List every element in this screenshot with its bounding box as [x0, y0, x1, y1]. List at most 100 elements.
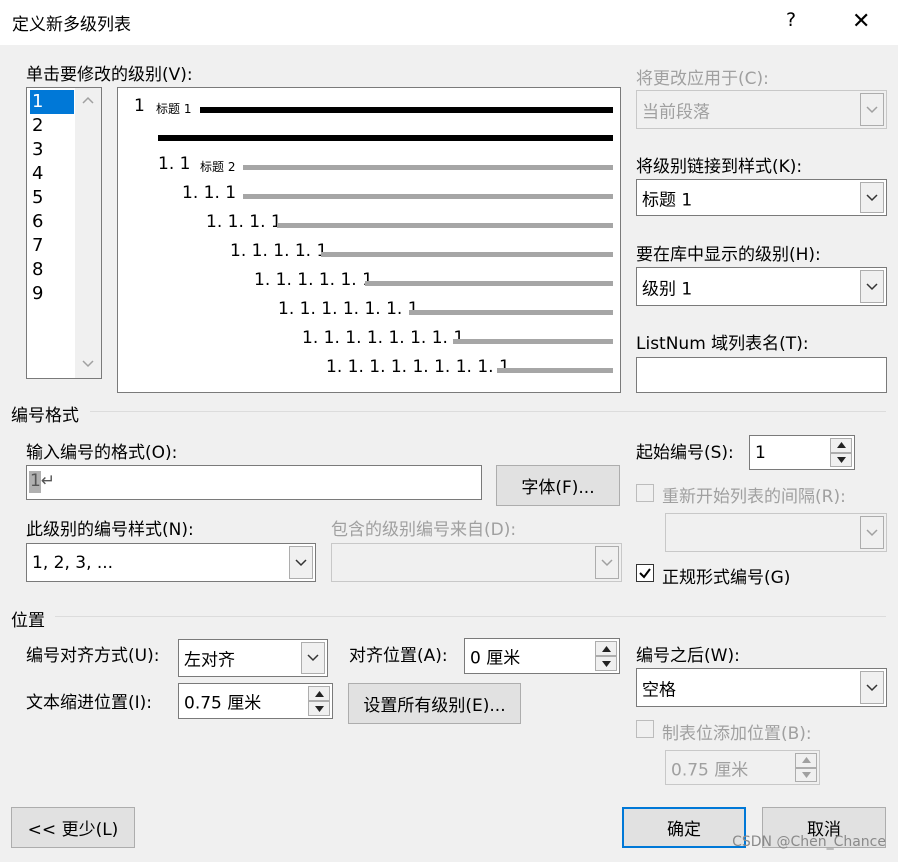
preview-text-bar [243, 194, 613, 199]
title-bar [0, 0, 898, 45]
spin-up-button[interactable] [595, 641, 617, 656]
level-item[interactable]: 7 [30, 234, 74, 258]
format-input[interactable]: 1↵ [26, 465, 482, 500]
preview-number: 1. 1. 1 [182, 183, 237, 203]
triangle-down-icon [801, 771, 811, 778]
add-tab-value: 0.75 厘米 [671, 760, 749, 780]
preview-text-bar [277, 223, 613, 228]
preview-number: 1. 1 [158, 154, 191, 174]
triangle-down-icon [836, 456, 846, 463]
link-style-combo[interactable]: 标题 1 [636, 179, 887, 216]
ok-button[interactable]: 确定 [622, 807, 746, 848]
spin-up-button[interactable] [830, 438, 852, 453]
watermark: CSDN @Chen_Chance [732, 834, 886, 850]
start-at-spinner[interactable]: 1 [749, 435, 855, 470]
preview-text-bar [243, 165, 613, 170]
restart-label: 重新开始列表的间隔(R): [662, 487, 846, 507]
level-list-scrollbar[interactable] [75, 88, 101, 378]
triangle-down-icon [601, 660, 611, 667]
chevron-down-icon [307, 654, 319, 662]
dialog-title: 定义新多级列表 [12, 15, 131, 35]
add-tab-label: 制表位添加位置(B): [662, 724, 812, 744]
preview-text-bar [365, 281, 613, 286]
position-group-label: 位置 [11, 611, 45, 631]
apply-to-label: 将更改应用于(C): [636, 69, 769, 89]
chevron-down-icon [866, 528, 878, 536]
alignment-value: 左对齐 [184, 650, 235, 671]
follow-number-label: 编号之后(W): [636, 646, 740, 666]
preview-number: 1. 1. 1. 1. 1. 1 [254, 270, 373, 290]
restart-checkbox[interactable] [636, 484, 654, 502]
include-level-combo[interactable] [331, 543, 622, 582]
link-style-label: 将级别链接到样式(K): [636, 157, 803, 177]
chevron-down-icon [601, 558, 613, 566]
level-item[interactable]: 3 [30, 138, 74, 162]
chevron-down-icon[interactable] [82, 360, 94, 368]
aligned-at-label: 对齐位置(A): [349, 646, 448, 666]
group-divider [55, 616, 886, 617]
preview-number: 1. 1. 1. 1 [206, 212, 282, 232]
start-at-label: 起始编号(S): [636, 443, 734, 463]
spin-down-button[interactable] [595, 656, 617, 671]
numbering-style-combo[interactable]: 1, 2, 3, ... [26, 543, 316, 582]
spin-down-button[interactable] [830, 452, 852, 467]
aligned-at-spinner[interactable]: 0 厘米 [464, 638, 620, 674]
preview-number: 1. 1. 1. 1. 1. 1. 1. 1 [302, 328, 465, 348]
link-style-value: 标题 1 [642, 190, 693, 210]
level-item[interactable]: 1 [30, 90, 74, 114]
level-item[interactable]: 4 [30, 162, 74, 186]
gallery-level-combo[interactable]: 级别 1 [636, 267, 887, 306]
gallery-level-value: 级别 1 [642, 279, 693, 299]
spin-down-button[interactable] [795, 767, 817, 782]
preview-text-bar [200, 107, 613, 113]
restart-combo[interactable] [665, 513, 887, 552]
level-item[interactable]: 8 [30, 258, 74, 282]
font-button[interactable]: 字体(F)... [496, 465, 620, 506]
aligned-at-value: 0 厘米 [470, 648, 521, 669]
checkmark-icon [639, 568, 651, 579]
listnum-input[interactable] [636, 357, 887, 393]
chevron-down-icon [866, 105, 878, 113]
less-button[interactable]: << 更少(L) [11, 807, 135, 848]
level-item[interactable]: 5 [30, 186, 74, 210]
preview-style-tag: 标题 1 [156, 102, 192, 116]
listnum-label: ListNum 域列表名(T): [636, 334, 809, 354]
alignment-combo[interactable]: 左对齐 [178, 639, 328, 677]
level-list[interactable]: 1 2 3 4 5 6 7 8 9 [26, 87, 102, 379]
help-button[interactable]: ? [786, 9, 796, 31]
follow-number-combo[interactable]: 空格 [636, 668, 887, 707]
text-indent-spinner[interactable]: 0.75 厘米 [178, 683, 333, 719]
spin-down-button[interactable] [308, 701, 330, 716]
follow-number-value: 空格 [642, 680, 676, 700]
format-label: 输入编号的格式(O): [26, 443, 178, 463]
add-tab-spinner[interactable]: 0.75 厘米 [665, 750, 820, 785]
preview-text-bar [453, 339, 613, 344]
chevron-down-icon [866, 282, 878, 290]
set-all-levels-button[interactable]: 设置所有级别(E)... [348, 683, 521, 724]
preview-pane: 1 标题 1 1. 1 标题 2 1. 1. 1 1. 1. 1. 1 1. 1… [117, 87, 621, 393]
preview-text-bar [497, 368, 613, 373]
preview-style-tag: 标题 2 [200, 160, 236, 174]
numbering-style-value: 1, 2, 3, ... [32, 552, 114, 573]
preview-number: 1 [134, 96, 145, 116]
level-item[interactable]: 2 [30, 114, 74, 138]
legal-style-checkbox[interactable] [636, 564, 654, 582]
number-format-group-label: 编号格式 [11, 406, 79, 426]
group-divider [90, 411, 886, 412]
close-button[interactable]: ✕ [852, 9, 870, 34]
text-indent-label: 文本缩进位置(I): [26, 693, 153, 713]
preview-text-bar [321, 252, 613, 257]
apply-to-combo[interactable]: 当前段落 [636, 90, 887, 129]
level-list-label: 单击要修改的级别(V): [26, 65, 193, 85]
chevron-up-icon[interactable] [82, 96, 94, 104]
gallery-level-label: 要在库中显示的级别(H): [636, 245, 821, 265]
add-tab-checkbox[interactable] [636, 720, 654, 738]
triangle-up-icon [314, 690, 324, 697]
level-item[interactable]: 9 [30, 282, 74, 306]
preview-number: 1. 1. 1. 1. 1. 1. 1. 1. 1 [326, 357, 510, 377]
alignment-label: 编号对齐方式(U): [26, 646, 160, 666]
level-item[interactable]: 6 [30, 210, 74, 234]
preview-text-bar [158, 135, 613, 141]
spin-up-button[interactable] [795, 753, 817, 768]
spin-up-button[interactable] [308, 686, 330, 701]
